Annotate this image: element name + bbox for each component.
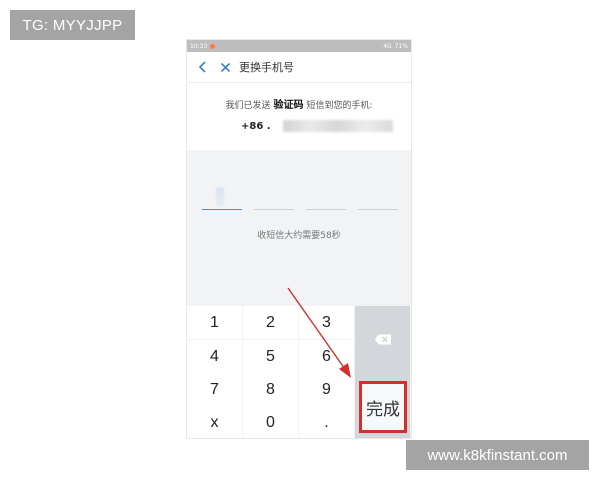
- code-slots: [202, 184, 398, 214]
- code-slot-2[interactable]: [254, 184, 294, 210]
- status-time: 10:33: [190, 42, 208, 50]
- resend-countdown: 收短信大约需要58秒: [257, 231, 341, 241]
- key-4[interactable]: 4: [187, 340, 242, 373]
- numeric-keypad: 1 2 3 4 5 6 7 8 9 x 0 . 完成: [187, 305, 411, 438]
- backspace-key[interactable]: [355, 306, 410, 373]
- input-cursor: [216, 187, 224, 207]
- header-divider: [187, 82, 411, 83]
- notification-icon: [210, 43, 216, 49]
- message-before: 我们已发送: [225, 101, 271, 111]
- key-7[interactable]: 7: [187, 373, 242, 406]
- key-dot[interactable]: .: [299, 406, 354, 438]
- phone-number: +86 .: [241, 118, 411, 134]
- phone-prefix: +86 .: [241, 120, 271, 132]
- key-8[interactable]: 8: [243, 373, 298, 406]
- key-6[interactable]: 6: [299, 340, 354, 373]
- done-label: 完成: [366, 399, 400, 420]
- title-bar: 更换手机号: [187, 52, 411, 82]
- key-2[interactable]: 2: [243, 306, 298, 339]
- key-5[interactable]: 5: [243, 340, 298, 373]
- key-3[interactable]: 3: [299, 306, 354, 339]
- key-9[interactable]: 9: [299, 373, 354, 406]
- key-0[interactable]: 0: [243, 406, 298, 438]
- status-bar: 10:33 4G 71%: [187, 40, 411, 52]
- signal-text: 4G: [383, 42, 392, 50]
- code-slot-3[interactable]: [306, 184, 346, 210]
- phone-screen: 10:33 4G 71% 更换手机号 我们已发送 验证码 短信到您的手机: +86 …: [187, 40, 411, 438]
- done-button[interactable]: 完成: [359, 381, 407, 433]
- chevron-left-icon[interactable]: [193, 57, 213, 77]
- blurred-phone-number: [282, 120, 393, 132]
- code-slot-1[interactable]: [202, 184, 242, 210]
- code-slot-4[interactable]: [358, 184, 398, 210]
- message-after: 短信到您的手机:: [306, 101, 373, 111]
- sent-message: 我们已发送 验证码 短信到您的手机:: [187, 96, 411, 111]
- key-1[interactable]: 1: [187, 306, 242, 339]
- battery-level: 71%: [394, 42, 408, 50]
- close-icon[interactable]: [215, 57, 235, 77]
- backspace-icon: [374, 334, 391, 345]
- watermark-bottom-right: www.k8kfinstant.com: [406, 440, 589, 470]
- watermark-top-left: TG: MYYJJPP: [10, 10, 135, 40]
- page-title: 更换手机号: [239, 61, 294, 74]
- code-input-area: 收短信大约需要58秒: [187, 150, 411, 305]
- key-x[interactable]: x: [187, 406, 242, 438]
- message-highlight: 验证码: [273, 100, 304, 111]
